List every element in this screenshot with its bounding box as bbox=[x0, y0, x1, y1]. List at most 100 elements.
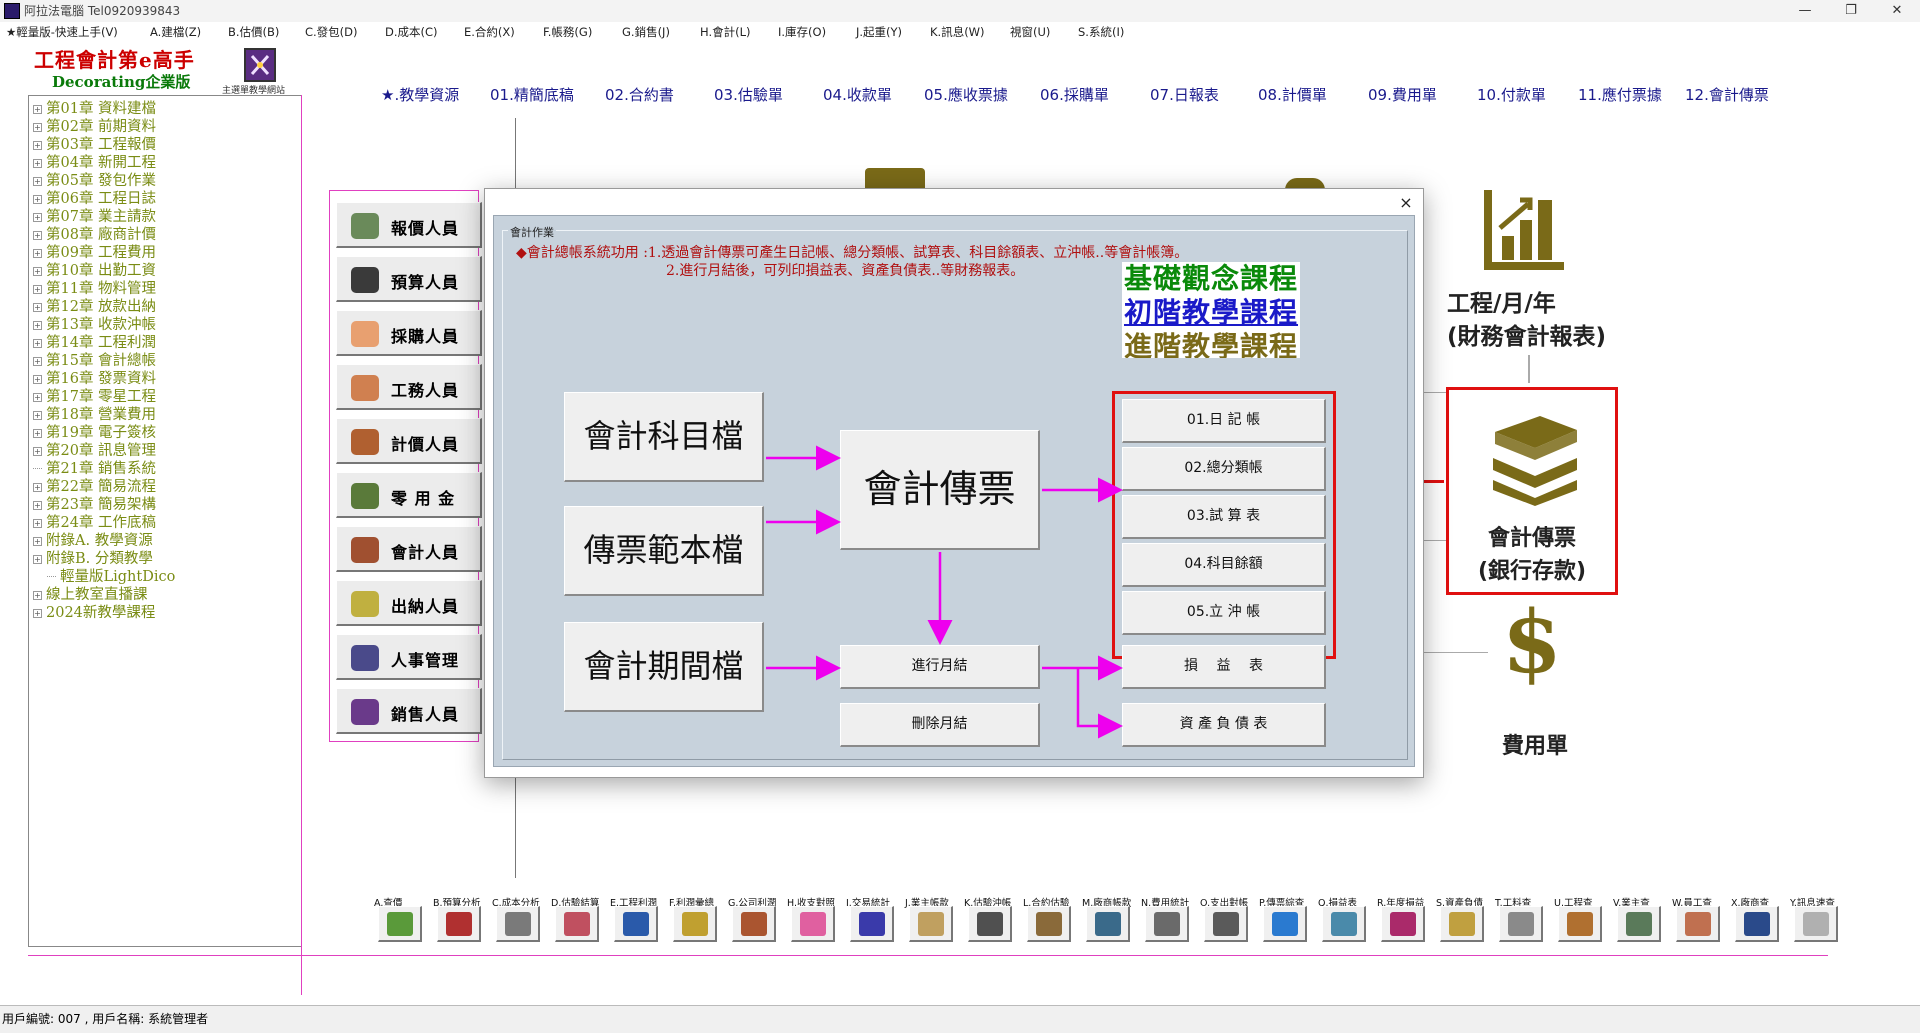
tree-item[interactable]: + 第08章 廠商計價 bbox=[33, 226, 156, 244]
tree-item[interactable]: + 第03章 工程報價 bbox=[33, 136, 156, 154]
expand-icon[interactable]: + bbox=[33, 123, 42, 132]
menu-message[interactable]: K.訊息(W) bbox=[930, 22, 985, 42]
toolbar-button[interactable] bbox=[614, 906, 658, 942]
tree-item[interactable]: + 第05章 發包作業 bbox=[33, 172, 156, 190]
role-accountant-button[interactable]: 會計人員 bbox=[336, 526, 482, 572]
expand-icon[interactable]: + bbox=[33, 411, 42, 420]
expand-icon[interactable]: + bbox=[33, 357, 42, 366]
toolbar-button[interactable] bbox=[1440, 906, 1484, 942]
menu-cost[interactable]: D.成本(C) bbox=[385, 22, 438, 42]
expand-icon[interactable]: + bbox=[33, 231, 42, 240]
tree-item[interactable]: + 附錄B. 分類教學 bbox=[33, 550, 153, 568]
role-engineer-button[interactable]: 工務人員 bbox=[336, 364, 482, 410]
role-cashier-button[interactable]: 出納人員 bbox=[336, 580, 482, 626]
expand-icon[interactable]: + bbox=[33, 537, 42, 546]
nav-contract[interactable]: 02.合約書 bbox=[605, 84, 674, 105]
tree-item[interactable]: + 第19章 電子簽核 bbox=[33, 424, 156, 442]
toolbar-button[interactable] bbox=[437, 906, 481, 942]
nav-receivable-notes[interactable]: 05.應收票據 bbox=[924, 84, 1008, 105]
toolbar-button[interactable] bbox=[732, 906, 776, 942]
role-valuer-button[interactable]: 計價人員 bbox=[336, 418, 482, 464]
expand-icon[interactable]: + bbox=[33, 483, 42, 492]
toolbar-button[interactable] bbox=[1145, 906, 1189, 942]
expand-icon[interactable]: + bbox=[33, 303, 42, 312]
expand-icon[interactable]: + bbox=[33, 285, 42, 294]
expand-icon[interactable]: + bbox=[33, 321, 42, 330]
tree-item[interactable]: + 第18章 營業費用 bbox=[33, 406, 156, 424]
expand-icon[interactable]: + bbox=[33, 267, 42, 276]
expand-icon[interactable]: + bbox=[33, 339, 42, 348]
tree-item[interactable]: + 第14章 工程利潤 bbox=[33, 334, 156, 352]
expand-icon[interactable]: + bbox=[33, 519, 42, 528]
tree-item[interactable]: + 第11章 物料管理 bbox=[33, 280, 156, 298]
menu-estimate[interactable]: B.估價(B) bbox=[228, 22, 279, 42]
expand-icon[interactable]: + bbox=[33, 609, 42, 618]
expand-icon[interactable]: + bbox=[33, 375, 42, 384]
menu-quickstart[interactable]: ★輕量版-快速上手(V) bbox=[6, 22, 118, 42]
tree-item[interactable]: + 第20章 訊息管理 bbox=[33, 442, 156, 460]
tree-item[interactable]: + 第24章 工作底稿 bbox=[33, 514, 156, 532]
toolbar-button[interactable] bbox=[1381, 906, 1425, 942]
tree-item[interactable]: + 線上教室直播課 bbox=[33, 586, 148, 604]
toolbar-button[interactable] bbox=[968, 906, 1012, 942]
nav-receipt[interactable]: 04.收款單 bbox=[823, 84, 892, 105]
chapter-tree[interactable]: + 第01章 資料建檔 + 第02章 前期資料 + 第03章 工程報價 + 第04章 新開工程… bbox=[28, 95, 302, 947]
toolbar-button[interactable] bbox=[1617, 906, 1661, 942]
toolbar-button[interactable] bbox=[1086, 906, 1130, 942]
menu-window[interactable]: 視窗(U) bbox=[1010, 22, 1050, 42]
nav-draft[interactable]: 01.精簡底稿 bbox=[490, 84, 574, 105]
close-window-button[interactable]: ✕ bbox=[1874, 0, 1920, 22]
toolbar-button[interactable] bbox=[673, 906, 717, 942]
toolbar-button[interactable] bbox=[1735, 906, 1779, 942]
nav-voucher[interactable]: 12.會計傳票 bbox=[1685, 84, 1769, 105]
toolbar-button[interactable] bbox=[496, 906, 540, 942]
expand-icon[interactable]: + bbox=[33, 249, 42, 258]
tree-item[interactable]: + 第04章 新開工程 bbox=[33, 154, 156, 172]
toolbar-button[interactable] bbox=[555, 906, 599, 942]
role-hr-button[interactable]: 人事管理 bbox=[336, 634, 482, 680]
toolbar-button[interactable] bbox=[1027, 906, 1071, 942]
expand-icon[interactable]: + bbox=[33, 591, 42, 600]
menu-contract[interactable]: E.合約(X) bbox=[464, 22, 515, 42]
nav-estimate[interactable]: 03.估驗單 bbox=[714, 84, 783, 105]
tree-item[interactable]: 第21章 銷售系統 bbox=[33, 460, 156, 478]
tree-item[interactable]: + 第15章 會計總帳 bbox=[33, 352, 156, 370]
tree-item[interactable]: +2024新教學課程 bbox=[33, 604, 155, 622]
nav-valuation[interactable]: 08.計價單 bbox=[1258, 84, 1327, 105]
tree-item[interactable]: + 附錄A. 教學資源 bbox=[33, 532, 153, 550]
toolbar-button[interactable] bbox=[1499, 906, 1543, 942]
menu-sales[interactable]: G.銷售(J) bbox=[622, 22, 670, 42]
tree-item[interactable]: + 第12章 放款出納 bbox=[33, 298, 156, 316]
nav-teaching[interactable]: ★.教學資源 bbox=[381, 84, 459, 105]
toolbar-button[interactable] bbox=[378, 906, 422, 942]
tree-item[interactable]: + 第09章 工程費用 bbox=[33, 244, 156, 262]
expand-icon[interactable]: + bbox=[33, 393, 42, 402]
menu-system[interactable]: S.系統(I) bbox=[1078, 22, 1124, 42]
menu-build[interactable]: A.建檔(Z) bbox=[150, 22, 201, 42]
expand-icon[interactable]: + bbox=[33, 555, 42, 564]
toolbar-button[interactable] bbox=[909, 906, 953, 942]
role-purchaser-button[interactable]: 採購人員 bbox=[336, 310, 482, 356]
tree-item[interactable]: + 第17章 零星工程 bbox=[33, 388, 156, 406]
toolbar-button[interactable] bbox=[850, 906, 894, 942]
expand-icon[interactable]: + bbox=[33, 195, 42, 204]
role-petty-cash-button[interactable]: 零 用 金 bbox=[336, 472, 482, 518]
expand-icon[interactable]: + bbox=[33, 159, 42, 168]
menu-accounting[interactable]: H.會計(L) bbox=[700, 22, 750, 42]
role-sales-button[interactable]: 銷售人員 bbox=[336, 688, 482, 734]
tree-item[interactable]: + 第06章 工程日誌 bbox=[33, 190, 156, 208]
nav-payment[interactable]: 10.付款單 bbox=[1477, 84, 1546, 105]
tree-item[interactable]: + 第02章 前期資料 bbox=[33, 118, 156, 136]
nav-payable-notes[interactable]: 11.應付票據 bbox=[1578, 84, 1662, 105]
dialog-close-button[interactable]: × bbox=[1395, 193, 1417, 213]
toolbar-button[interactable] bbox=[1794, 906, 1838, 942]
toolbar-button[interactable] bbox=[1204, 906, 1248, 942]
expand-icon[interactable]: + bbox=[33, 213, 42, 222]
menu-inventory[interactable]: I.庫存(O) bbox=[778, 22, 826, 42]
tree-item[interactable]: 輕量版LightDico bbox=[33, 568, 175, 586]
menu-contract-out[interactable]: C.發包(D) bbox=[305, 22, 358, 42]
tree-item[interactable]: + 第16章 發票資料 bbox=[33, 370, 156, 388]
nav-expense[interactable]: 09.費用單 bbox=[1368, 84, 1437, 105]
expand-icon[interactable]: + bbox=[33, 447, 42, 456]
tree-item[interactable]: + 第23章 簡易架構 bbox=[33, 496, 156, 514]
